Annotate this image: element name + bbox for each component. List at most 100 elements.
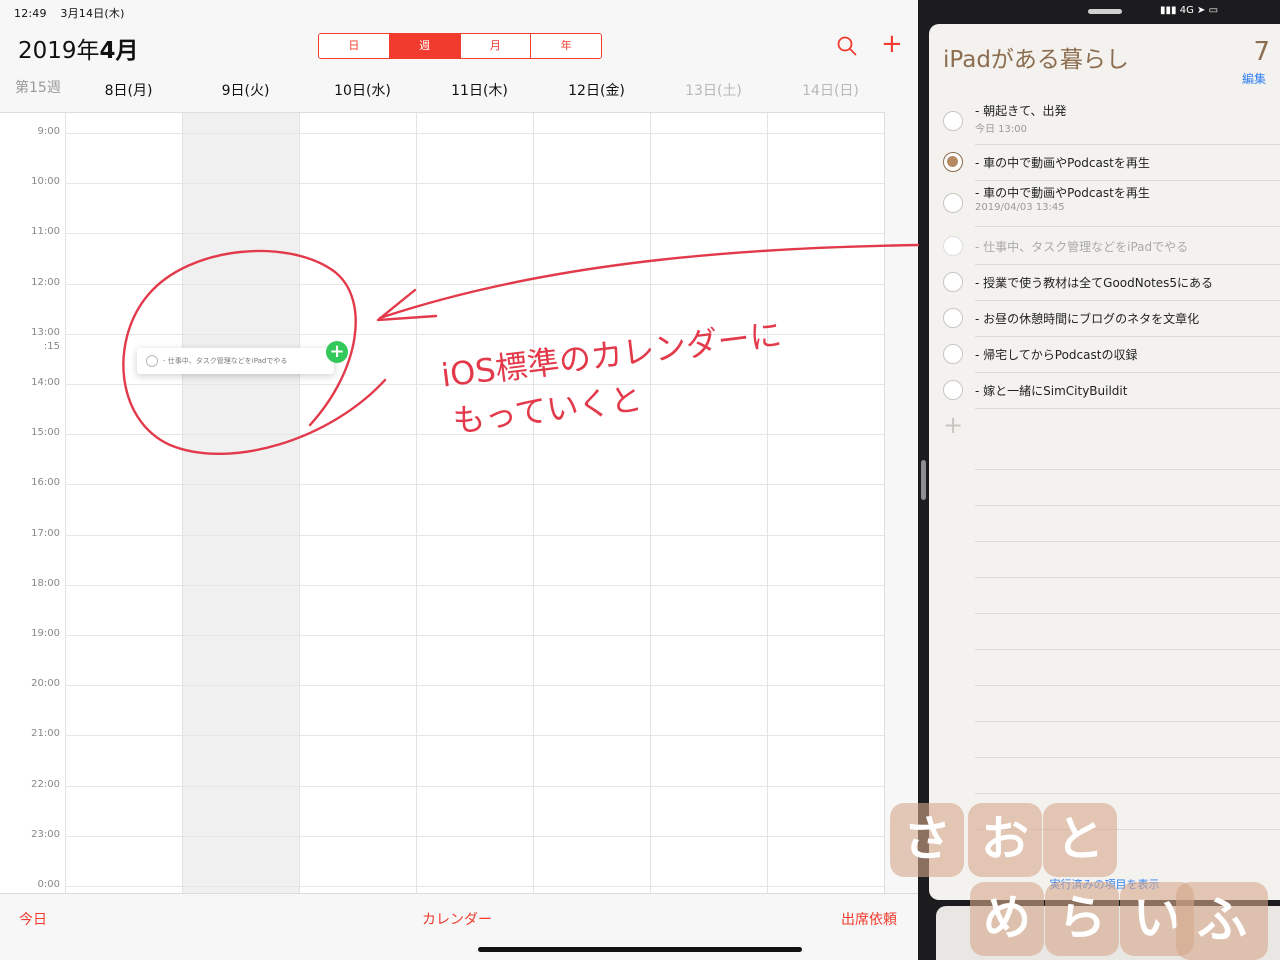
view-day-button[interactable]: 日 (319, 34, 390, 58)
hour-label: 23:00 (31, 828, 60, 840)
dragged-reminder-card[interactable]: - 仕事中、タスク管理などをiPadでやる (137, 348, 334, 374)
home-indicator[interactable] (478, 947, 802, 952)
grid-right-edge (884, 112, 918, 893)
screen: 12:49 3月14日(木) 2019年4月 日 週 月 年 + 第15週 8日… (0, 0, 1280, 960)
view-year-button[interactable]: 年 (531, 34, 601, 58)
hour-line (66, 785, 885, 787)
search-icon[interactable] (836, 35, 858, 57)
row-separator (975, 226, 1280, 227)
reminder-checkbox[interactable] (943, 236, 963, 256)
hour-line (66, 283, 885, 285)
reminder-title: - 朝起きて、出発 (975, 104, 1067, 118)
day-header[interactable]: 14日(日) (772, 80, 889, 100)
reminder-title: - 授業で使う教材は全てGoodNotes5にある (975, 276, 1214, 290)
hour-label: 10:00 (31, 176, 60, 188)
day-column-line (767, 113, 768, 893)
selected-day-column (182, 113, 299, 893)
hour-line (66, 685, 885, 687)
day-header[interactable]: 8日(月) (70, 80, 187, 100)
watermark-char: さ (890, 803, 964, 877)
reminder-title: - 嫁と一緒にSimCityBuildit (975, 384, 1128, 398)
hour-label: 22:00 (31, 778, 60, 790)
row-separator (975, 408, 1280, 409)
calendar-title[interactable]: 2019年4月 (18, 31, 139, 65)
hour-line (66, 133, 885, 134)
day-column-line (182, 113, 183, 893)
split-view-divider-handle[interactable] (921, 460, 926, 500)
week-grid[interactable]: 9:00 10:00 11:00 12:00 13:00 14:00 15:00 16:00 1… (0, 112, 918, 893)
day-header[interactable]: 9日(火) (187, 80, 304, 100)
add-reminder-icon[interactable]: + (943, 411, 963, 439)
reminder-checkbox[interactable] (943, 111, 963, 131)
reminder-checkbox[interactable] (943, 272, 963, 292)
hour-label: 18:00 (31, 577, 60, 589)
reminder-title: - 車の中で動画やPodcastを再生 (975, 156, 1150, 170)
battery-icon: ▭ (1208, 5, 1219, 16)
status-bar-left: 12:49 3月14日(木) (14, 5, 135, 21)
status-time: 12:49 (14, 7, 47, 20)
hour-label: 9:00 (37, 126, 60, 137)
hour-label: 16:00 (31, 477, 60, 489)
reminder-title: - お昼の休憩時間にブログのネタを文章化 (975, 312, 1200, 326)
hour-line (66, 886, 885, 887)
row-separator (975, 336, 1280, 337)
status-date: 3月14日(木) (60, 7, 125, 20)
hour-label: 13:00 (31, 326, 60, 338)
hour-label: 21:00 (31, 728, 60, 740)
day-column-line (416, 113, 417, 893)
reminder-due-date: 今日 13:00 (975, 124, 1027, 135)
day-column-line (65, 113, 66, 893)
list-count: 7 (1253, 37, 1270, 67)
day-header[interactable]: 13日(土) (655, 80, 772, 100)
status-bar-right: ▮▮▮ 4G ➤ ▭ (1160, 5, 1218, 16)
day-header[interactable]: 10日(水) (304, 80, 421, 100)
hour-line (66, 635, 885, 636)
hour-label: 20:00 (31, 678, 60, 690)
reminder-title: - 帰宅してからPodcastの収録 (975, 348, 1138, 362)
list-title: iPadがある暮らし (943, 47, 1129, 73)
drag-time-label: :15 (43, 340, 60, 352)
signal-icon: ▮▮▮ (1160, 5, 1177, 16)
row-separator (975, 144, 1280, 145)
watermark-char: お (968, 803, 1042, 877)
view-week-button[interactable]: 週 (389, 34, 461, 58)
hour-label: 12:00 (31, 276, 60, 288)
reminder-checkbox[interactable] (943, 344, 963, 364)
hour-line (66, 183, 885, 185)
reminder-checkbox[interactable] (943, 380, 963, 400)
reminder-checkbox[interactable] (943, 152, 963, 172)
hour-label: 17:00 (31, 527, 60, 539)
inbox-button[interactable]: 出席依頼 (841, 909, 897, 929)
row-separator (975, 300, 1280, 301)
empty-ruled-area (975, 434, 1280, 860)
title-year: 2019年 (18, 38, 100, 64)
hour-line (66, 735, 885, 737)
watermark-char: ふ (1176, 882, 1268, 960)
view-month-button[interactable]: 月 (460, 34, 532, 58)
hour-label: 11:00 (31, 226, 60, 238)
watermark-char-me: め (970, 882, 1044, 956)
edit-button[interactable]: 編集 (1242, 70, 1266, 87)
reminders-app: iPadがある暮らし 7 編集 - 朝起きて、出発 今日 13:00 - 車の中で動… (929, 24, 1280, 900)
hour-line (66, 835, 885, 837)
hour-label: 19:00 (31, 628, 60, 639)
hour-line (66, 484, 885, 486)
hour-label: 15:00 (31, 427, 60, 439)
day-column-line (650, 113, 651, 893)
calendars-button[interactable]: カレンダー (422, 909, 492, 929)
week-number: 第15週 (15, 80, 61, 96)
day-column-line (533, 113, 534, 893)
reminder-due-date: 2019/04/03 13:45 (975, 202, 1065, 213)
today-button[interactable]: 今日 (19, 909, 47, 929)
reminder-title: - 仕事中、タスク管理などをiPadでやる (975, 240, 1189, 254)
title-month: 4月 (99, 38, 139, 64)
watermark-char: と (1043, 803, 1117, 877)
drop-add-icon: + (326, 341, 348, 363)
reminder-checkbox[interactable] (943, 193, 963, 213)
day-header[interactable]: 11日(木) (421, 80, 538, 100)
reminder-checkbox[interactable] (943, 308, 963, 328)
slide-over-grabber[interactable] (1088, 9, 1122, 14)
add-event-icon[interactable]: + (881, 31, 903, 57)
day-header[interactable]: 12日(金) (538, 80, 655, 100)
reminder-title: - 車の中で動画やPodcastを再生 (975, 186, 1150, 200)
